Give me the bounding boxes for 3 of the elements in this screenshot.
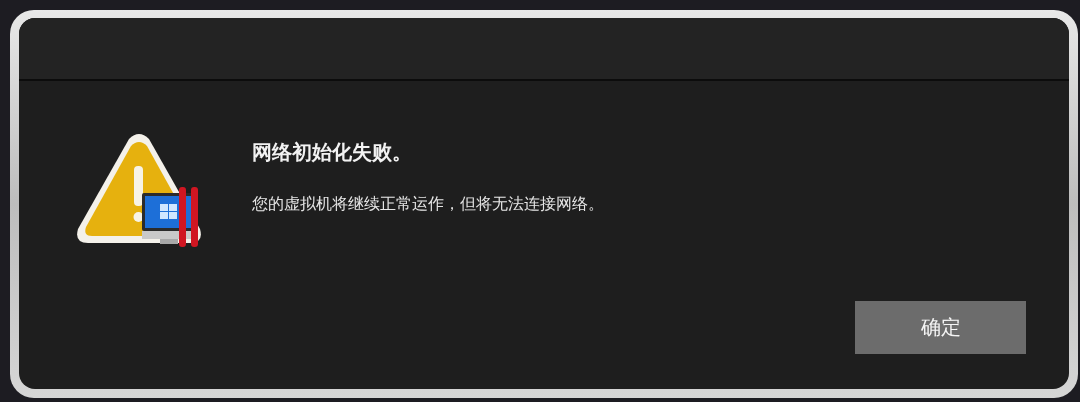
ok-button[interactable]: 确定 xyxy=(855,301,1026,354)
dialog-title: 网络初始化失败。 xyxy=(252,139,413,166)
dialog-message: 您的虚拟机将继续正常运作，但将无法连接网络。 xyxy=(252,194,604,215)
